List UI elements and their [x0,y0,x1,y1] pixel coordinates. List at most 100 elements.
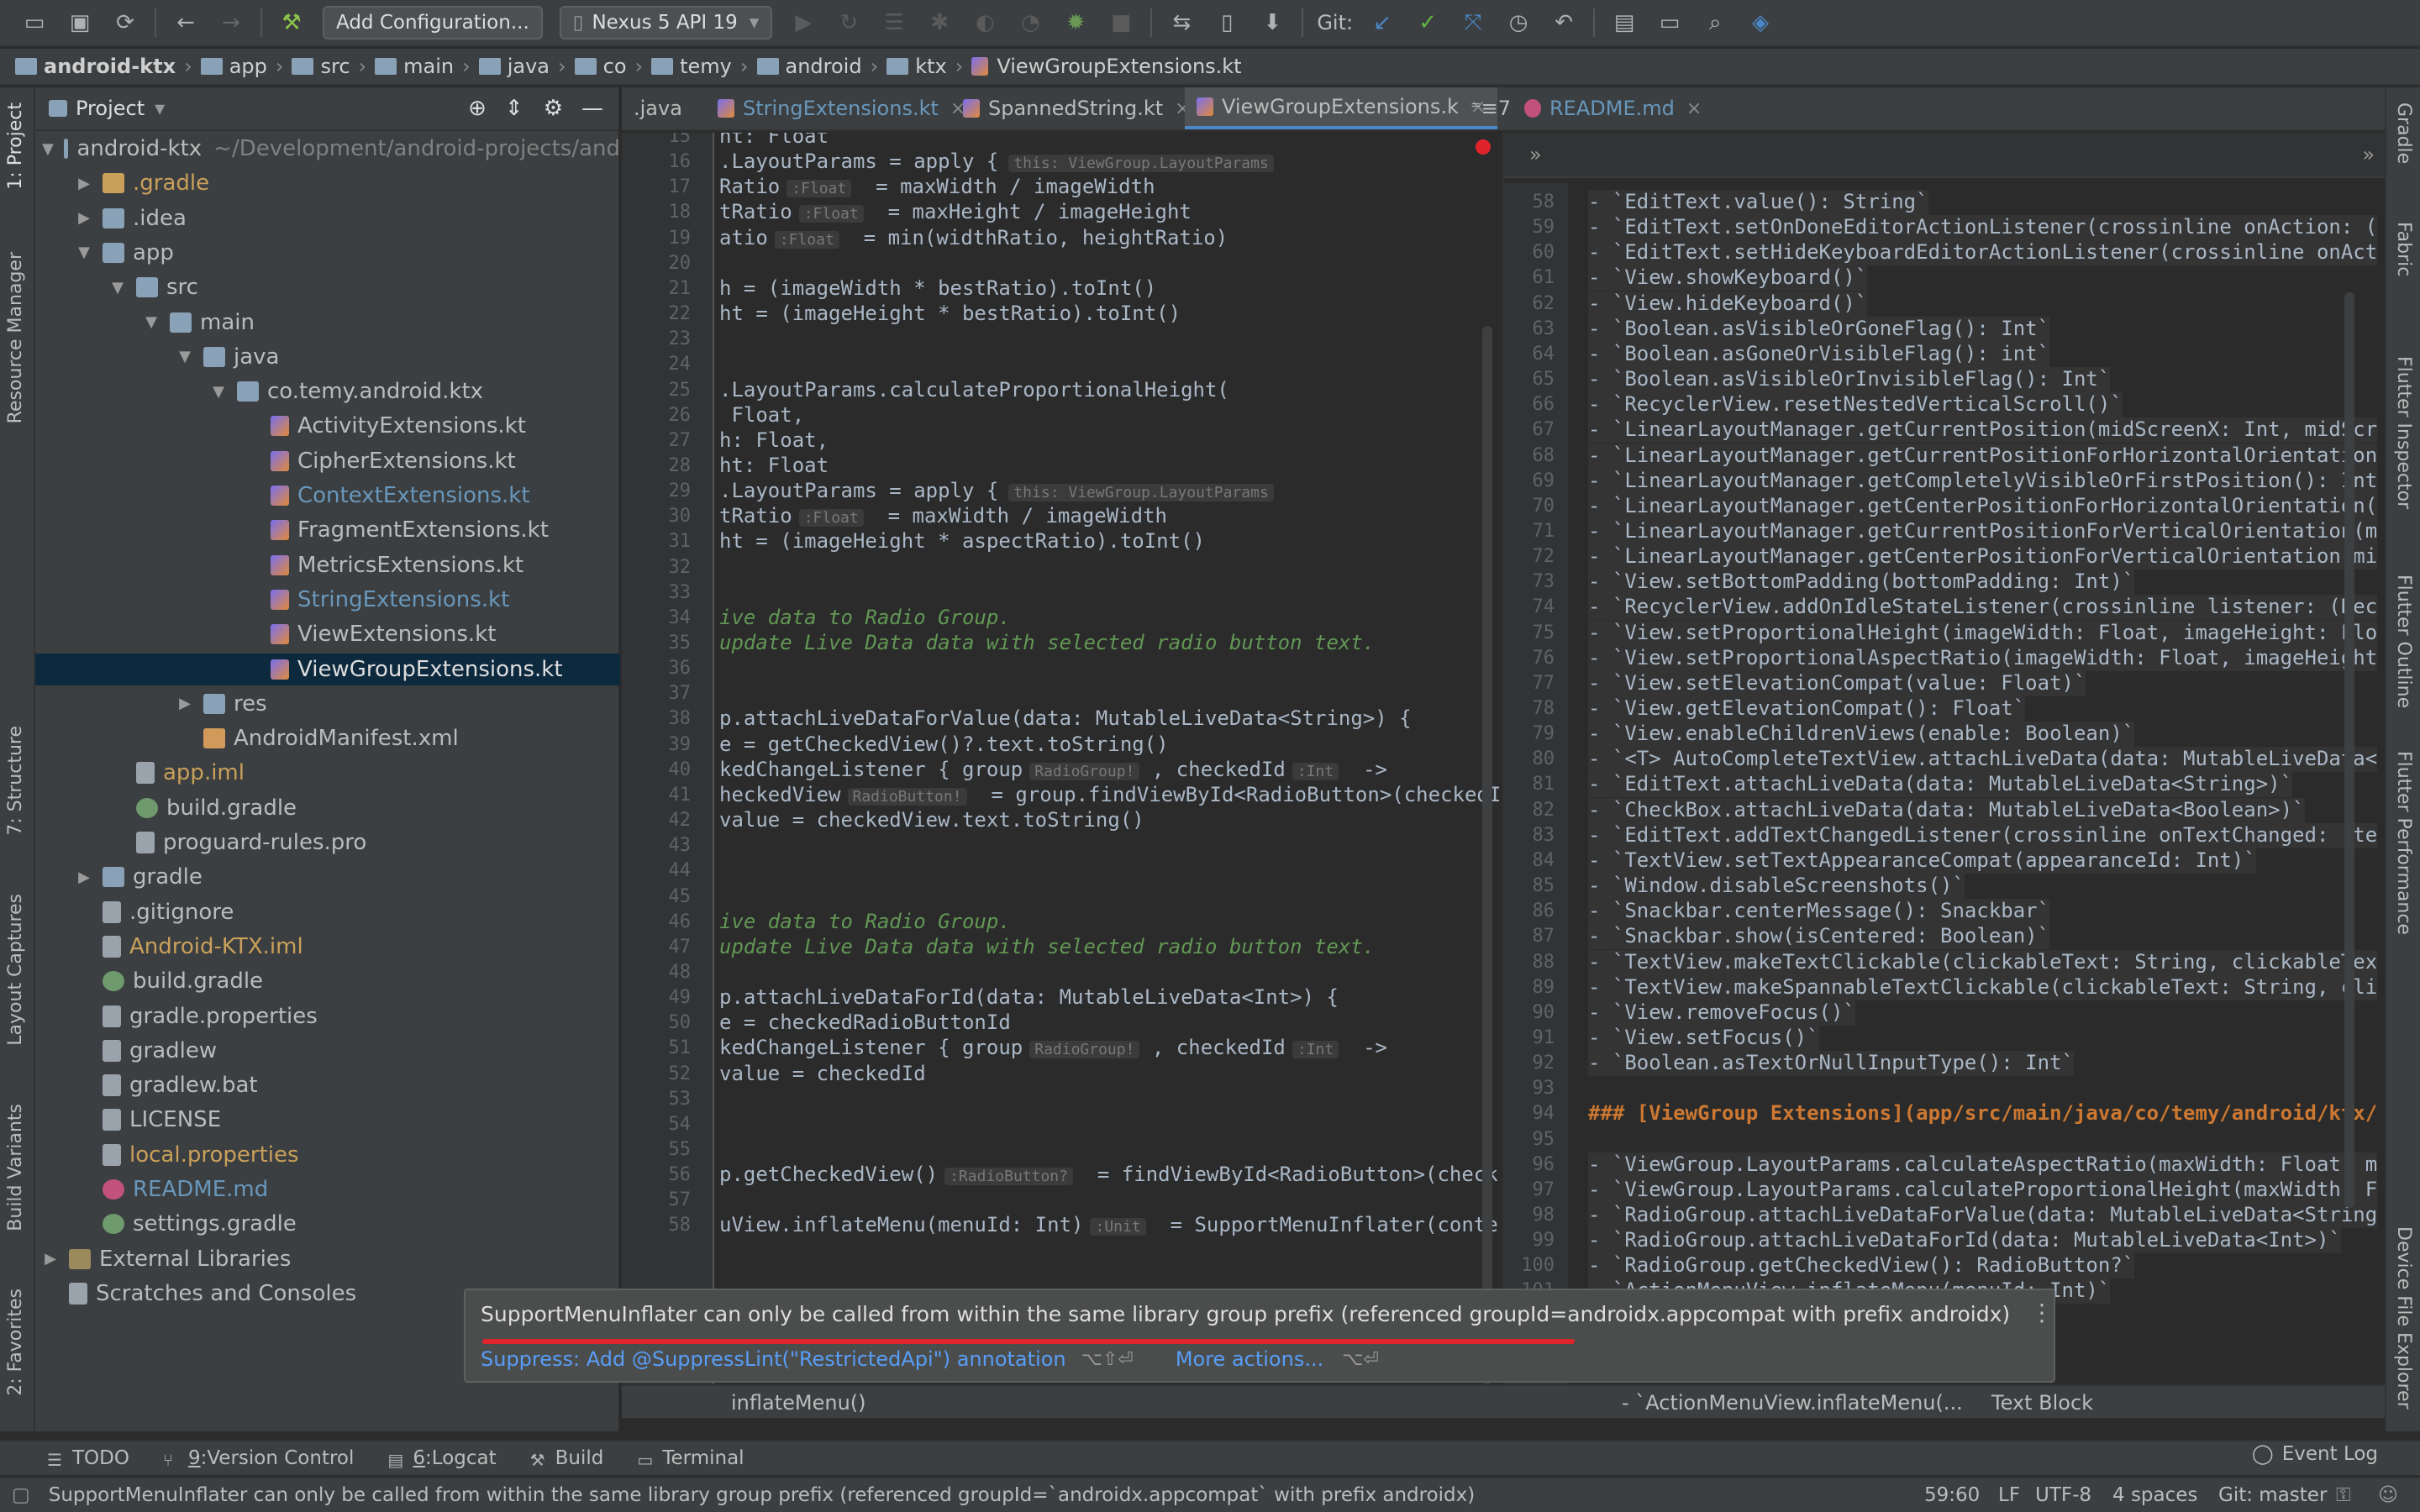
editor-tab[interactable]: README.md × [1512,87,1713,129]
flutter-performance-tool-tab[interactable]: Flutter Performance [2393,751,2414,935]
expand-down-icon[interactable]: ▼ [42,140,54,158]
tree-item[interactable]: ▶ .idea [35,202,620,234]
markdown-editor[interactable]: » » 58 59 60 61 62 63 64 65 66 67 68 69 70 71 72 73 74 75… [1502,133,2385,1384]
chevron-down-icon[interactable]: ▾ [155,97,165,120]
expand-right-icon[interactable]: ▶ [42,1250,59,1268]
suppress-action-link[interactable]: Suppress: Add @SuppressLint("RestrictedA… [481,1347,1066,1371]
indent-setting[interactable]: 4 spaces [2112,1484,2197,1506]
tree-item[interactable]: .gitignore [35,896,620,928]
more-actions-link[interactable]: More actions... [1176,1347,1323,1371]
build-variants-tool-tab[interactable]: Build Variants [5,1104,26,1231]
tree-item[interactable]: gradlew.bat [35,1069,620,1101]
favorites-tool-tab[interactable]: 2: Favorites [5,1289,26,1396]
layout-captures-tool-tab[interactable]: Layout Captures [5,894,26,1046]
editor-tab[interactable]: SpannedString.kt × [951,87,1202,129]
build-hammer-icon[interactable]: ⚒ [277,8,306,37]
markdown-block-type[interactable]: Text Block [1991,1391,2093,1415]
project-structure-icon[interactable]: ▤ [1610,8,1639,37]
bottom-tool-tab[interactable]: ▤ 6: Logcat [387,1447,496,1470]
sync-icon[interactable]: ⟳ [111,8,139,37]
tree-item[interactable]: Android-KTX.iml [35,931,620,963]
tree-item[interactable]: ▶ .gradle [35,167,620,199]
stop-icon[interactable]: ■ [1107,8,1135,37]
tree-item[interactable]: LICENSE [35,1104,620,1136]
tree-item[interactable]: ▶ External Libraries [35,1243,620,1275]
error-stripe-icon[interactable] [1476,139,1491,155]
resource-manager-tool-tab[interactable]: Resource Manager [5,252,26,423]
event-log-tab[interactable]: ◯ Event Log [2252,1443,2378,1465]
breadcrumb-item[interactable]: android [756,55,862,78]
tree-item[interactable]: proguard-rules.pro [35,827,620,858]
tree-item[interactable]: ▼ co.temy.android.ktx [35,375,620,407]
tree-item[interactable]: ActivityExtensions.kt [35,410,620,442]
fabric-tool-tab[interactable]: Fabric [2393,222,2414,276]
status-toggle-icon[interactable]: ▢ [12,1484,30,1506]
layout-icon[interactable]: ▭ [1655,8,1684,37]
sdk-manager-icon[interactable]: ⬇ [1258,8,1286,37]
editor-tab[interactable]: ViewGroupExtensions.k × [1185,87,1498,129]
tree-item[interactable]: ViewGroupExtensions.kt [35,653,620,685]
search-icon[interactable]: ⌕ [1701,8,1729,37]
device-file-explorer-tool-tab[interactable]: Device File Explorer [2393,1226,2414,1410]
save-icon[interactable]: ▣ [66,8,94,37]
forward-icon[interactable]: → [217,8,245,37]
code-breadcrumb[interactable]: inflateMenu() [731,1391,866,1415]
history-icon[interactable]: ◷ [1504,8,1533,37]
open-folder-icon[interactable]: ▭ [20,8,49,37]
tree-item[interactable]: MetricsExtensions.kt [35,549,620,581]
tree-item[interactable]: CipherExtensions.kt [35,445,620,477]
gradle-tool-tab[interactable]: Gradle [2393,102,2414,164]
tree-item[interactable]: build.gradle [35,792,620,824]
apply-changes-icon[interactable]: ↻ [834,8,863,37]
tree-item[interactable]: settings.gradle [35,1208,620,1240]
flutter-inspector-tool-tab[interactable]: Flutter Inspector [2393,356,2414,509]
more-options-icon[interactable]: ⋮ [2030,1299,2054,1326]
git-commit-icon[interactable]: ✓ [1413,8,1442,37]
tree-item[interactable]: README.md [35,1173,620,1205]
tree-item[interactable]: ViewExtensions.kt [35,618,620,650]
expand-right-icon[interactable]: ▶ [76,175,92,192]
tree-item[interactable]: ▼ main [35,307,620,339]
collapse-icon[interactable]: ⇕ [505,96,523,121]
avd-manager-icon[interactable]: ▯ [1213,8,1241,37]
debug-icon[interactable]: ✱ [925,8,954,37]
breadcrumb-item[interactable]: app [200,55,267,78]
expand-down-icon[interactable]: ▼ [76,244,92,261]
markdown-breadcrumb[interactable]: - `ActionMenuView.inflateMenu(... [1622,1391,1963,1415]
locate-icon[interactable]: ⊕ [468,96,487,121]
tree-item[interactable]: build.gradle [35,965,620,997]
tree-item[interactable]: app.iml [35,757,620,789]
cursor-position[interactable]: 59:60 [1924,1484,1980,1506]
tree-item[interactable]: gradlew [35,1035,620,1067]
bottom-tool-tab[interactable]: ☰ TODO [47,1447,129,1470]
project-view-title[interactable]: Project [76,97,145,120]
back-icon[interactable]: ← [171,8,200,37]
expand-right-icon[interactable]: ▶ [76,869,92,886]
breadcrumb-item[interactable]: main [375,55,454,78]
expand-down-icon[interactable]: ▼ [176,348,193,365]
tree-item[interactable]: ContextExtensions.kt [35,480,620,512]
tree-item[interactable]: ▼ src [35,271,620,303]
close-tab-icon[interactable]: × [1686,98,1702,119]
profile-icon[interactable]: ◐ [971,8,999,37]
expand-down-icon[interactable]: ▼ [143,313,160,331]
lock-icon[interactable]: ⚿ [2336,1484,2351,1506]
debug-bug-icon[interactable]: ✹ [1061,8,1090,37]
tree-item[interactable]: FragmentExtensions.kt [35,514,620,546]
hide-icon[interactable]: — [581,96,603,121]
breadcrumb-item[interactable]: java [478,55,550,78]
breadcrumb-item[interactable]: android-ktx [15,55,176,78]
breadcrumb-item[interactable]: ktx [886,55,947,78]
git-push-icon[interactable]: ⤧ [1459,8,1487,37]
tree-item[interactable]: ▼ android-ktx ~/Development/android-projec… [35,133,620,165]
line-separator[interactable]: LF [1998,1484,2020,1506]
git-update-icon[interactable]: ↙ [1368,8,1397,37]
expand-down-icon[interactable]: ▼ [210,383,227,401]
structure-tool-tab[interactable]: 7: Structure [5,726,26,836]
tree-item[interactable]: ▶ res [35,688,620,720]
tree-item[interactable]: gradle.properties [35,1000,620,1032]
tree-item[interactable]: AndroidManifest.xml [35,722,620,754]
file-encoding[interactable]: UTF-8 [2035,1484,2091,1506]
project-tool-tab[interactable]: 1: Project [5,102,26,190]
tree-item[interactable]: local.properties [35,1139,620,1171]
